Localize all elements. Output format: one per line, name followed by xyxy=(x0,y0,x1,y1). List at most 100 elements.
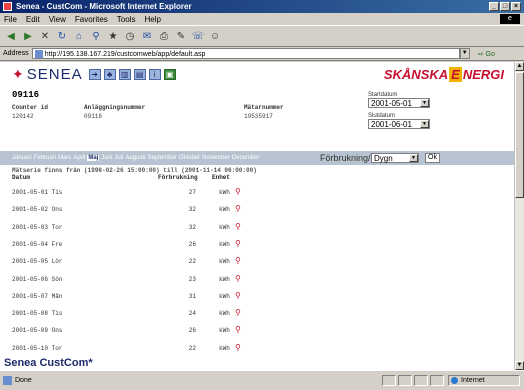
column-header-value: Förbrukning xyxy=(158,174,198,181)
row-value: 26 xyxy=(188,327,196,335)
magnify-icon[interactable]: ⚲ xyxy=(235,325,241,335)
row-value: 22 xyxy=(188,258,196,266)
exit-icon[interactable]: ▣ xyxy=(163,68,176,80)
row-date: 2001-05-08 Tis xyxy=(12,310,63,318)
meter-icon[interactable]: ➔ xyxy=(88,68,101,80)
table-row: 2001-05-06 Sön 23 kWh ⚲ xyxy=(0,271,514,288)
maximize-button[interactable]: □ xyxy=(500,2,510,11)
row-date: 2001-05-07 Mån xyxy=(12,292,63,300)
senea-brand: SENEA xyxy=(26,65,83,83)
month-tab[interactable]: November xyxy=(202,155,230,161)
forward-icon[interactable]: ▶ xyxy=(21,29,35,43)
row-unit: kWh xyxy=(219,292,230,300)
menu-help[interactable]: Help xyxy=(144,15,160,24)
discuss-icon[interactable]: ☏ xyxy=(191,29,205,43)
month-tab-active[interactable]: Maj xyxy=(87,155,100,161)
row-unit: kWh xyxy=(219,275,230,283)
go-button[interactable]: ⇨ Go xyxy=(478,50,495,58)
stop-icon[interactable]: ✕ xyxy=(38,29,52,43)
edit-icon[interactable]: ✎ xyxy=(174,29,188,43)
go-label: Go xyxy=(485,50,495,58)
home-icon[interactable]: ⌂ xyxy=(72,29,86,43)
month-tab[interactable]: Oktober xyxy=(179,155,200,161)
row-value: 22 xyxy=(188,344,196,352)
mail-icon[interactable]: ✉ xyxy=(140,29,154,43)
column-header-unit: Enhet xyxy=(212,174,231,181)
page-done-icon xyxy=(3,376,12,385)
menu-file[interactable]: File xyxy=(4,15,17,24)
month-tab[interactable]: September xyxy=(147,155,176,161)
zone-text: Internet xyxy=(461,377,485,384)
address-input[interactable]: http://195.138.167.219/custcomweb/app/de… xyxy=(31,48,460,59)
page-content: ✦ SENEA ➔ ♣ ▥ ▤ i ▣ SKÅNSKA E NERGI 0911… xyxy=(0,62,514,370)
month-bar: Januari Februari Mars April Maj Juni Jul… xyxy=(0,151,514,165)
table-icon[interactable]: ▤ xyxy=(133,68,146,80)
column-header-date: Datum xyxy=(12,174,31,181)
month-tab[interactable]: April xyxy=(73,155,85,161)
person-icon[interactable]: ♣ xyxy=(103,68,116,80)
magnify-icon[interactable]: ⚲ xyxy=(235,308,241,318)
menu-favorites[interactable]: Favorites xyxy=(75,15,108,24)
scroll-thumb[interactable] xyxy=(515,72,524,198)
chart-icon[interactable]: ▥ xyxy=(118,68,131,80)
magnify-icon[interactable]: ⚲ xyxy=(235,343,241,353)
month-tab[interactable]: Juni xyxy=(101,155,112,161)
month-tab[interactable]: Augusti xyxy=(125,155,145,161)
row-unit: kWh xyxy=(219,240,230,248)
end-date-select[interactable]: 2001-06-01 ▼ xyxy=(368,119,430,129)
menu-view[interactable]: View xyxy=(49,15,66,24)
status-cell xyxy=(398,375,412,386)
magnify-icon[interactable]: ⚲ xyxy=(235,274,241,284)
row-date: 2001-05-04 Fre xyxy=(12,240,63,248)
row-value: 32 xyxy=(188,206,196,214)
address-label: Address xyxy=(3,50,29,57)
chevron-down-icon: ▼ xyxy=(420,99,429,107)
minimize-button[interactable]: _ xyxy=(489,2,499,11)
row-date: 2001-05-09 Ons xyxy=(12,327,63,335)
magnify-icon[interactable]: ⚲ xyxy=(235,204,241,214)
row-unit: kWh xyxy=(219,327,230,335)
history-icon[interactable]: ◷ xyxy=(123,29,137,43)
menu-edit[interactable]: Edit xyxy=(26,15,40,24)
page-icon xyxy=(34,50,43,58)
back-icon[interactable]: ◀ xyxy=(4,29,18,43)
magnify-icon[interactable]: ⚲ xyxy=(235,256,241,266)
month-tab[interactable]: Februari xyxy=(34,155,56,161)
messenger-icon[interactable]: ☺ xyxy=(208,29,222,43)
row-date: 2001-05-10 Tor xyxy=(12,344,63,352)
refresh-icon[interactable]: ↻ xyxy=(55,29,69,43)
row-unit: kWh xyxy=(219,223,230,231)
counter-id-value: 120142 xyxy=(12,113,34,120)
scroll-down-icon[interactable]: ▼ xyxy=(515,361,524,370)
magnify-icon[interactable]: ⚲ xyxy=(235,187,241,197)
meter-label: Mätarnummer xyxy=(244,104,284,111)
month-tab[interactable]: Januari xyxy=(12,155,32,161)
magnify-icon[interactable]: ⚲ xyxy=(235,239,241,249)
partner-e: E xyxy=(449,67,462,82)
favorites-icon[interactable]: ★ xyxy=(106,29,120,43)
row-date: 2001-05-01 Tis xyxy=(12,189,63,196)
info-icon[interactable]: i xyxy=(148,68,161,80)
close-button[interactable]: × xyxy=(511,2,521,11)
scroll-up-icon[interactable]: ▲ xyxy=(515,62,524,71)
month-tab[interactable]: December xyxy=(232,155,260,161)
table-row: 2001-05-01 Tis 27 kWh ⚲ xyxy=(0,184,514,201)
consumption-label: Förbrukning/ xyxy=(320,153,371,163)
ok-button[interactable]: Ok xyxy=(425,153,440,163)
month-tab[interactable]: Juli xyxy=(114,155,123,161)
status-cell xyxy=(414,375,428,386)
magnify-icon[interactable]: ⚲ xyxy=(235,222,241,232)
vertical-scrollbar[interactable]: ▲ ▼ xyxy=(514,62,524,370)
chevron-down-icon: ▼ xyxy=(420,120,429,128)
ie-app-icon xyxy=(3,2,12,11)
menu-tools[interactable]: Tools xyxy=(117,15,136,24)
period-select[interactable]: Dygn ▼ xyxy=(371,153,419,163)
table-row: 2001-05-09 Ons 26 kWh ⚲ xyxy=(0,322,514,339)
footer-brand: Senea CustCom* xyxy=(4,357,93,369)
search-icon[interactable]: ⚲ xyxy=(89,29,103,43)
address-dropdown-icon[interactable]: ▼ xyxy=(459,48,470,59)
print-icon[interactable]: ⎙ xyxy=(157,29,171,43)
magnify-icon[interactable]: ⚲ xyxy=(235,291,241,301)
start-date-select[interactable]: 2001-05-01 ▼ xyxy=(368,98,430,108)
month-tab[interactable]: Mars xyxy=(58,155,71,161)
